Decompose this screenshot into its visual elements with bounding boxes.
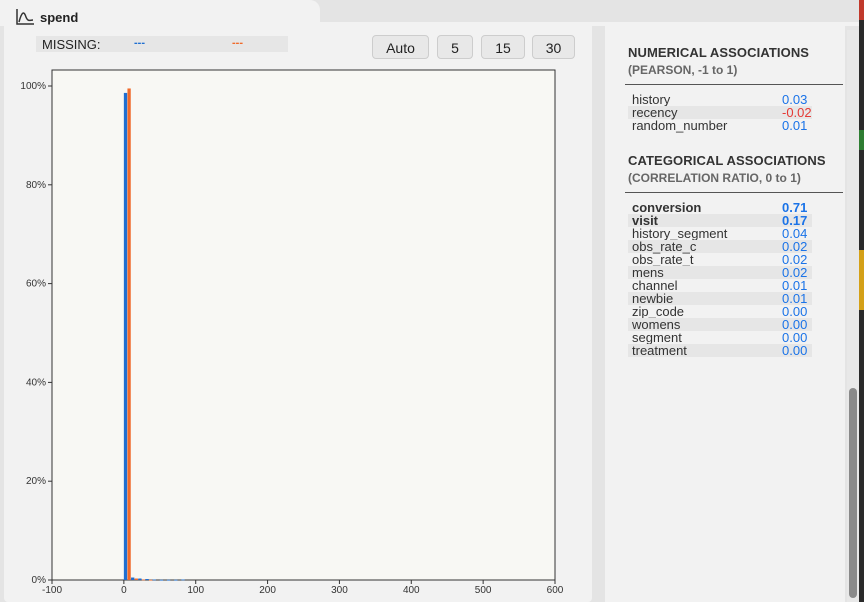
x-tick-label: 0 bbox=[121, 585, 127, 596]
histogram-bar bbox=[166, 579, 171, 581]
histogram-bar bbox=[123, 92, 128, 580]
bins-5-button[interactable]: 5 bbox=[437, 35, 473, 59]
x-tick-label: 100 bbox=[187, 585, 204, 596]
bins-auto-button[interactable]: Auto bbox=[372, 35, 429, 59]
missing-value-series-a: --- bbox=[134, 37, 145, 49]
window-edge-accent bbox=[859, 130, 864, 150]
numerical-subtitle: (PEARSON, -1 to 1) bbox=[628, 63, 738, 77]
x-tick-label: 300 bbox=[331, 585, 348, 596]
bins-30-button[interactable]: 30 bbox=[532, 35, 575, 59]
numerical-association-value: 0.01 bbox=[782, 118, 808, 133]
histogram-bar bbox=[152, 579, 156, 581]
scrollbar-thumb[interactable] bbox=[849, 388, 857, 598]
numerical-title: NUMERICAL ASSOCIATIONS bbox=[628, 45, 810, 60]
categorical-association-name: treatment bbox=[632, 343, 687, 358]
histogram-bar bbox=[138, 578, 142, 580]
numerical-association-name: random_number bbox=[632, 118, 728, 133]
y-tick-label: 80% bbox=[26, 180, 46, 191]
histogram-bar bbox=[149, 579, 153, 581]
numerical-association-row: random_number 0.01 bbox=[628, 119, 812, 132]
histogram-bar bbox=[134, 578, 138, 580]
histogram-bar bbox=[145, 579, 149, 580]
feature-title: spend bbox=[40, 10, 79, 25]
y-tick-label: 60% bbox=[26, 279, 46, 290]
missing-label: MISSING: bbox=[42, 37, 101, 52]
missing-value-series-b: --- bbox=[232, 37, 243, 49]
histogram-bar bbox=[127, 88, 131, 580]
histogram-bar bbox=[141, 579, 146, 581]
categorical-association-row: treatment 0.00 bbox=[628, 344, 812, 357]
categorical-divider bbox=[625, 192, 843, 193]
categorical-association-value: 0.00 bbox=[782, 343, 808, 358]
histogram-bar bbox=[131, 577, 135, 580]
histogram-chart: 0%20%40%60%80%100%-100 0 100 200 300 400 500 60… bbox=[20, 69, 564, 596]
window-edge-accent bbox=[859, 250, 864, 310]
scrollbar[interactable] bbox=[847, 30, 859, 602]
x-tick-label: 400 bbox=[403, 585, 420, 596]
categorical-subtitle: (CORRELATION RATIO, 0 to 1) bbox=[628, 171, 801, 185]
bins-15-button[interactable]: 15 bbox=[481, 35, 525, 59]
y-tick-label: 100% bbox=[20, 81, 46, 92]
x-tick-label: 500 bbox=[475, 585, 492, 596]
numerical-divider bbox=[625, 84, 843, 85]
missing-row: MISSING: --- --- bbox=[36, 36, 288, 52]
histogram-bar bbox=[174, 579, 178, 581]
y-tick-label: 20% bbox=[26, 476, 46, 487]
window-edge-accent bbox=[859, 0, 864, 20]
chart-line-icon bbox=[16, 9, 34, 25]
y-tick-label: 40% bbox=[26, 377, 46, 388]
x-tick-label: -100 bbox=[42, 585, 62, 596]
histogram-bar bbox=[181, 579, 185, 581]
categorical-title: CATEGORICAL ASSOCIATIONS bbox=[628, 153, 826, 168]
histogram-bar bbox=[159, 579, 164, 581]
x-tick-label: 200 bbox=[259, 585, 276, 596]
x-tick-label: 600 bbox=[547, 585, 564, 596]
